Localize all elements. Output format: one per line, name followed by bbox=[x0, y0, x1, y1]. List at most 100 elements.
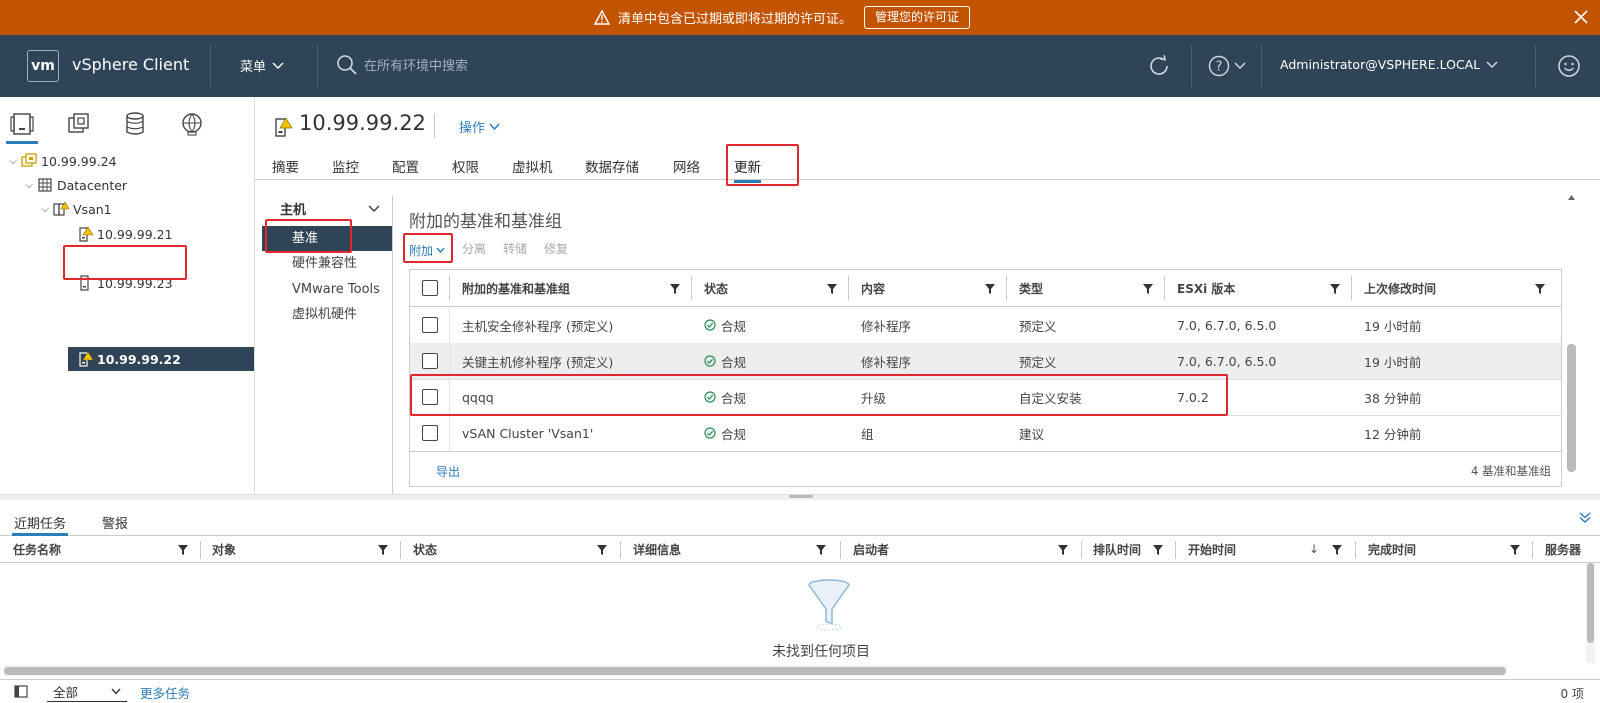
tasks-vertical-scrollbar[interactable] bbox=[1586, 563, 1595, 663]
tab-monitor[interactable]: 监控 bbox=[332, 156, 359, 176]
filter-icon[interactable] bbox=[670, 284, 680, 294]
manage-licenses-button[interactable]: 管理您的许可证 bbox=[864, 6, 971, 29]
chevron-down-icon[interactable]: ⌵ bbox=[22, 180, 36, 191]
host-icon bbox=[76, 275, 94, 291]
tree-item-host-22[interactable]: 10.99.99.22 bbox=[68, 347, 254, 371]
tab-summary[interactable]: 摘要 bbox=[272, 156, 299, 176]
row-checkbox[interactable] bbox=[422, 317, 438, 333]
column-header-task-name[interactable]: 任务名称 bbox=[13, 537, 61, 562]
vms-templates-icon[interactable] bbox=[65, 111, 95, 141]
filter-icon[interactable] bbox=[1058, 545, 1068, 555]
networking-icon[interactable] bbox=[179, 111, 209, 141]
close-icon[interactable] bbox=[1572, 8, 1590, 26]
column-header-content[interactable]: 内容 bbox=[861, 270, 885, 306]
storage-icon[interactable] bbox=[122, 111, 152, 141]
tab-recent-tasks[interactable]: 近期任务 bbox=[11, 513, 69, 536]
table-row[interactable]: 关键主机修补程序 (预定义) 合规 修补程序 预定义 7.0, 6.7.0, 6… bbox=[410, 343, 1561, 380]
filter-icon[interactable] bbox=[1143, 284, 1153, 294]
column-header-initiator[interactable]: 启动者 bbox=[853, 537, 889, 562]
filter-icon[interactable] bbox=[985, 284, 995, 294]
user-menu[interactable]: Administrator@VSPHERE.LOCAL bbox=[1280, 57, 1498, 72]
refresh-icon[interactable] bbox=[1147, 54, 1171, 78]
tab-datastores[interactable]: 数据存储 bbox=[585, 156, 639, 176]
subnav-group-host[interactable]: 主机 bbox=[280, 199, 380, 218]
export-link[interactable]: 导出 bbox=[436, 463, 460, 480]
check-circle-icon bbox=[704, 391, 716, 403]
tab-updates[interactable]: 更新 bbox=[734, 156, 761, 183]
filter-icon[interactable] bbox=[816, 545, 826, 555]
column-header-details[interactable]: 详细信息 bbox=[633, 537, 681, 562]
subnav-item-baselines[interactable]: 基准 bbox=[262, 226, 392, 251]
menu-dropdown[interactable]: 菜单 bbox=[240, 56, 284, 75]
subnav-item-vmware-tools[interactable]: VMware Tools bbox=[262, 277, 392, 302]
tab-configure[interactable]: 配置 bbox=[392, 156, 419, 176]
column-header-completion-time[interactable]: 完成时间 bbox=[1368, 537, 1416, 562]
tasks-horizontal-scrollbar[interactable] bbox=[4, 665, 1506, 676]
stage-button[interactable]: 转储 bbox=[503, 240, 527, 260]
vmware-logo[interactable]: vm bbox=[27, 50, 59, 82]
tab-alarms[interactable]: 警报 bbox=[102, 513, 128, 532]
grid-footer: 导出 4 基准和基准组 bbox=[410, 451, 1561, 487]
filter-icon[interactable] bbox=[1332, 545, 1342, 555]
subnav-item-vm-hardware[interactable]: 虚拟机硬件 bbox=[262, 302, 392, 327]
column-header-type[interactable]: 类型 bbox=[1019, 270, 1043, 306]
chevron-down-icon[interactable]: ⌵ bbox=[6, 156, 20, 167]
task-filter-select[interactable]: 全部 bbox=[47, 681, 127, 702]
filter-icon[interactable] bbox=[1510, 545, 1520, 555]
subnav-group-label: 主机 bbox=[280, 203, 307, 218]
detach-button[interactable]: 分离 bbox=[462, 240, 486, 260]
more-tasks-link[interactable]: 更多任务 bbox=[140, 683, 190, 702]
hosts-clusters-icon[interactable] bbox=[6, 111, 38, 144]
column-header-modified[interactable]: 上次修改时间 bbox=[1364, 270, 1436, 306]
content-title: 附加的基准和基准组 bbox=[409, 212, 562, 232]
tree-item-host-21[interactable]: 10.99.99.21 bbox=[0, 222, 254, 246]
smiley-icon[interactable] bbox=[1557, 54, 1581, 78]
actions-label: 操作 bbox=[459, 121, 486, 136]
search-icon[interactable] bbox=[336, 54, 358, 76]
sort-descending-icon[interactable]: ↓ bbox=[1309, 542, 1319, 556]
attach-dropdown[interactable]: 附加 bbox=[409, 240, 445, 260]
tab-vms[interactable]: 虚拟机 bbox=[512, 156, 553, 176]
cell-status: 合规 bbox=[704, 415, 746, 451]
collapse-panel-icon[interactable] bbox=[1578, 510, 1592, 524]
filter-icon[interactable] bbox=[597, 545, 607, 555]
filter-icon[interactable] bbox=[178, 545, 188, 555]
filter-icon[interactable] bbox=[1153, 545, 1163, 555]
filter-icon[interactable] bbox=[1535, 284, 1545, 294]
select-all-checkbox[interactable] bbox=[422, 280, 438, 296]
tab-permissions[interactable]: 权限 bbox=[452, 156, 479, 176]
column-header-name[interactable]: 附加的基准和基准组 bbox=[462, 270, 570, 306]
actions-dropdown[interactable]: 操作 bbox=[459, 117, 500, 136]
remediate-button[interactable]: 修复 bbox=[544, 240, 568, 260]
object-title: 10.99.99.22 bbox=[299, 111, 426, 135]
tree-item-cluster-vsan1[interactable]: ⌵ Vsan1 bbox=[0, 197, 254, 221]
column-header-server[interactable]: 服务器 bbox=[1545, 537, 1585, 562]
row-checkbox[interactable] bbox=[422, 353, 438, 369]
tree-item-host-23[interactable]: 10.99.99.23 bbox=[0, 271, 254, 295]
global-search-input[interactable] bbox=[364, 54, 724, 78]
tab-networks[interactable]: 网络 bbox=[673, 156, 700, 176]
filter-icon[interactable] bbox=[378, 545, 388, 555]
column-header-esxi-version[interactable]: ESXi 版本 bbox=[1177, 270, 1235, 306]
column-header-status[interactable]: 状态 bbox=[704, 270, 728, 306]
row-checkbox[interactable] bbox=[422, 389, 438, 405]
filter-icon[interactable] bbox=[827, 284, 837, 294]
column-header-object[interactable]: 对象 bbox=[212, 537, 236, 562]
help-menu[interactable]: ? bbox=[1208, 55, 1246, 77]
content-scrollbar[interactable] bbox=[1566, 190, 1577, 480]
subnav-item-hardware-compat[interactable]: 硬件兼容性 bbox=[262, 251, 392, 276]
table-row[interactable]: 主机安全修补程序 (预定义) 合规 修补程序 预定义 7.0, 6.7.0, 6… bbox=[410, 307, 1561, 344]
task-filter-value: 全部 bbox=[53, 684, 79, 700]
toggle-columns-icon[interactable] bbox=[14, 685, 28, 698]
tree-item-datacenter[interactable]: ⌵ Datacenter bbox=[0, 173, 254, 197]
column-header-queued-for[interactable]: 排队时间 bbox=[1093, 537, 1141, 562]
column-header-start-time[interactable]: 开始时间 bbox=[1188, 537, 1236, 562]
column-header-status[interactable]: 状态 bbox=[413, 537, 437, 562]
row-checkbox[interactable] bbox=[422, 425, 438, 441]
table-row[interactable]: vSAN Cluster 'Vsan1' 合规 组 建议 12 分钟前 bbox=[410, 415, 1561, 452]
table-row[interactable]: qqqq 合规 升级 自定义安装 7.0.2 38 分钟前 bbox=[410, 379, 1561, 416]
filter-icon[interactable] bbox=[1330, 284, 1340, 294]
chevron-down-icon[interactable]: ⌵ bbox=[38, 204, 52, 215]
app-name[interactable]: vSphere Client bbox=[72, 55, 189, 74]
tree-item-vcenter[interactable]: ⌵ 10.99.99.24 bbox=[0, 149, 254, 173]
